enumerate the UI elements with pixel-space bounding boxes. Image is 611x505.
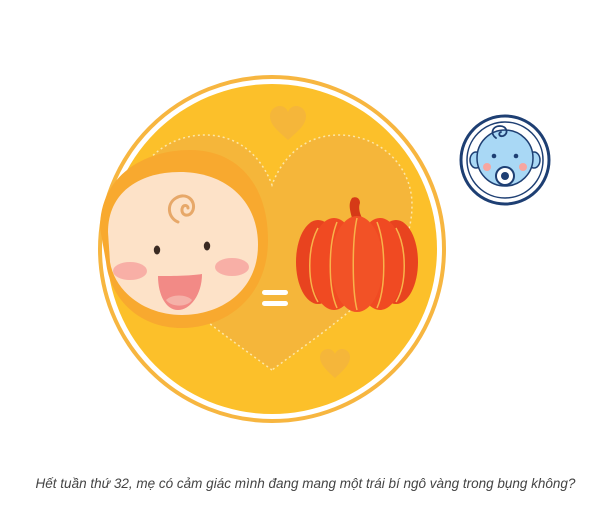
- caption: Hết tuần thứ 32, mẹ có cảm giác mình đan…: [35, 476, 576, 491]
- baby-cheek-left: [113, 262, 147, 280]
- week-32-illustration: [98, 75, 551, 423]
- equals-bar-top: [262, 290, 288, 295]
- page: Hết tuần thứ 32, mẹ có cảm giác mình đan…: [0, 0, 611, 505]
- baby-cheek-right: [215, 258, 249, 276]
- baby-eye-right: [203, 241, 211, 251]
- baby-pacifier-icon: [459, 114, 551, 206]
- baby-eye-left: [153, 245, 161, 255]
- equals-bar-bottom: [262, 301, 288, 306]
